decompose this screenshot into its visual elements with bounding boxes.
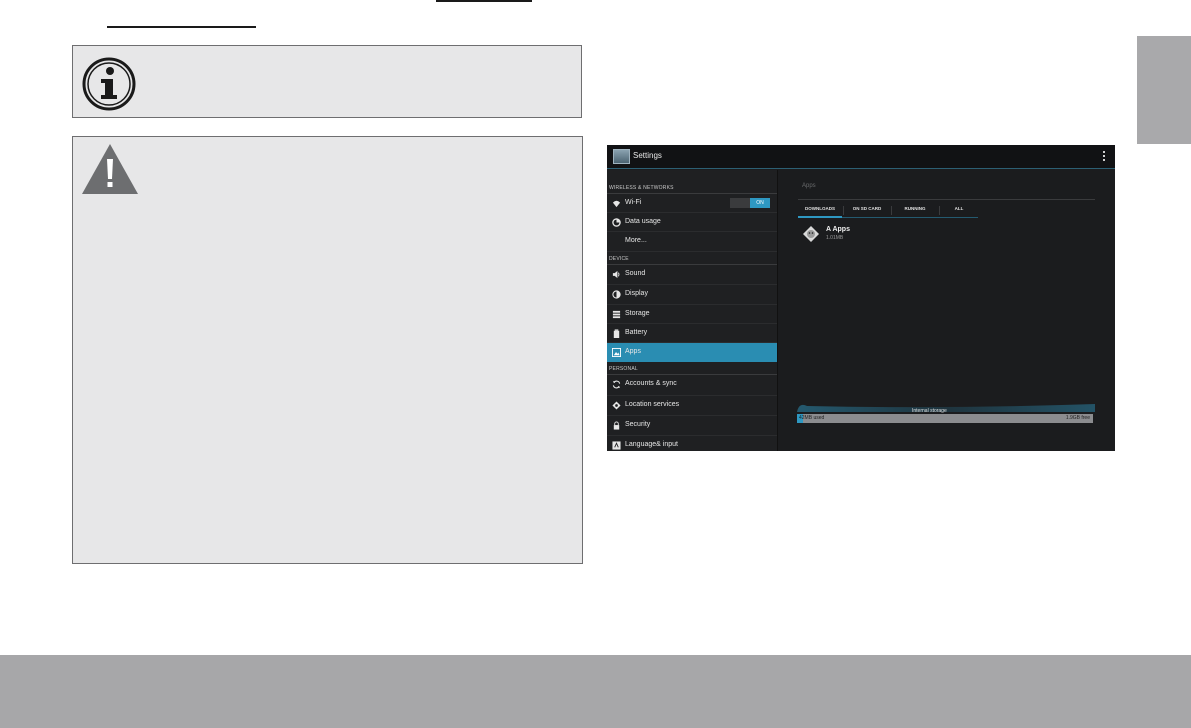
- sidebar-item-battery[interactable]: Battery: [607, 324, 777, 343]
- sidebar-item-more[interactable]: More...: [607, 232, 777, 252]
- sidebar-item-sound[interactable]: Sound: [607, 265, 777, 285]
- wifi-toggle-state: ON: [750, 198, 770, 208]
- android-icon: [803, 226, 819, 242]
- language-icon: [612, 441, 621, 450]
- tabs-underline: [798, 217, 978, 218]
- sidebar-item-wifi[interactable]: Wi-Fi ON: [607, 194, 777, 213]
- info-icon: [82, 57, 136, 111]
- footer-bar: [0, 655, 1191, 728]
- warning-box: [72, 136, 583, 564]
- sidebar-item-label: Apps: [625, 348, 641, 355]
- sidebar-item-label: Location services: [625, 401, 680, 408]
- settings-sidebar: WIRELESS & NETWORKS Wi-Fi ON Data usage …: [607, 170, 777, 451]
- location-icon: [612, 401, 621, 410]
- sidebar-item-apps[interactable]: Apps: [607, 343, 777, 362]
- sidebar-item-label: Sound: [625, 270, 646, 277]
- content-title: Apps: [802, 183, 816, 189]
- sidebar-item-security[interactable]: Security: [607, 416, 777, 436]
- storage-bar: 42MB used 1.9GB free: [797, 414, 1093, 423]
- sidebar-item-label: Accounts & sync: [625, 380, 677, 387]
- sidebar-item-label: Data usage: [625, 218, 661, 225]
- speaker-icon: [612, 270, 620, 279]
- wifi-icon: [612, 200, 621, 208]
- sidebar-item-label: Wi-Fi: [625, 199, 642, 206]
- app-list-item-name[interactable]: A Apps: [826, 226, 850, 233]
- sidebar-item-data-usage[interactable]: Data usage: [607, 213, 777, 232]
- settings-screenshot: Settings WIRELESS & NETWORKS Wi-Fi ON Da…: [607, 145, 1115, 451]
- wifi-toggle[interactable]: ON: [730, 198, 770, 208]
- storage-label: Internal storage: [912, 408, 947, 414]
- sidebar-item-storage[interactable]: Storage: [607, 305, 777, 324]
- tab-downloads[interactable]: DOWNLOADS: [798, 203, 842, 218]
- sync-icon: [612, 380, 621, 389]
- sidebar-item-accounts-sync[interactable]: Accounts & sync: [607, 375, 777, 396]
- data-usage-icon: [612, 218, 621, 227]
- sidebar-item-location[interactable]: Location services: [607, 396, 777, 416]
- tab-all[interactable]: ALL: [940, 203, 978, 218]
- settings-app-icon[interactable]: [613, 149, 630, 164]
- storage-used-text: 42MB used: [799, 415, 825, 421]
- sidebar-item-label: Storage: [625, 310, 650, 317]
- sidebar-item-label: Security: [625, 421, 651, 428]
- tab-running[interactable]: RUNNING: [892, 203, 938, 218]
- sidebar-item-language[interactable]: Language& input: [607, 436, 777, 451]
- sidebar-item-label: Display: [625, 290, 648, 297]
- sidebar-item-label: More...: [625, 237, 647, 244]
- header-underline-right: [436, 0, 532, 2]
- header-underline-left: [107, 26, 256, 28]
- section-header-wireless: WIRELESS & NETWORKS: [609, 185, 674, 191]
- warning-icon: [82, 144, 138, 194]
- action-bar: Settings: [607, 145, 1115, 169]
- action-bar-title: Settings: [633, 151, 662, 160]
- content-title-divider: [798, 199, 1095, 200]
- display-icon: [612, 290, 621, 299]
- sidebar-item-label: Battery: [625, 329, 648, 336]
- storage-icon: [612, 310, 621, 319]
- storage-free-text: 1.9GB free: [1065, 415, 1090, 421]
- battery-icon: [613, 329, 620, 338]
- sidebar-item-label: Language& input: [625, 441, 678, 448]
- app-list-item-size: 1.01MB: [826, 235, 844, 241]
- section-header-device: DEVICE: [609, 256, 629, 262]
- sidebar-item-display[interactable]: Display: [607, 285, 777, 305]
- overflow-menu-icon[interactable]: [1102, 151, 1106, 163]
- section-header-personal: PERSONAL: [609, 366, 638, 372]
- language-tab: [1137, 36, 1191, 144]
- note-box: [72, 45, 582, 118]
- tab-on-sd-card[interactable]: ON SD CARD: [844, 203, 890, 218]
- apps-icon: [612, 348, 621, 357]
- lock-icon: [613, 421, 620, 430]
